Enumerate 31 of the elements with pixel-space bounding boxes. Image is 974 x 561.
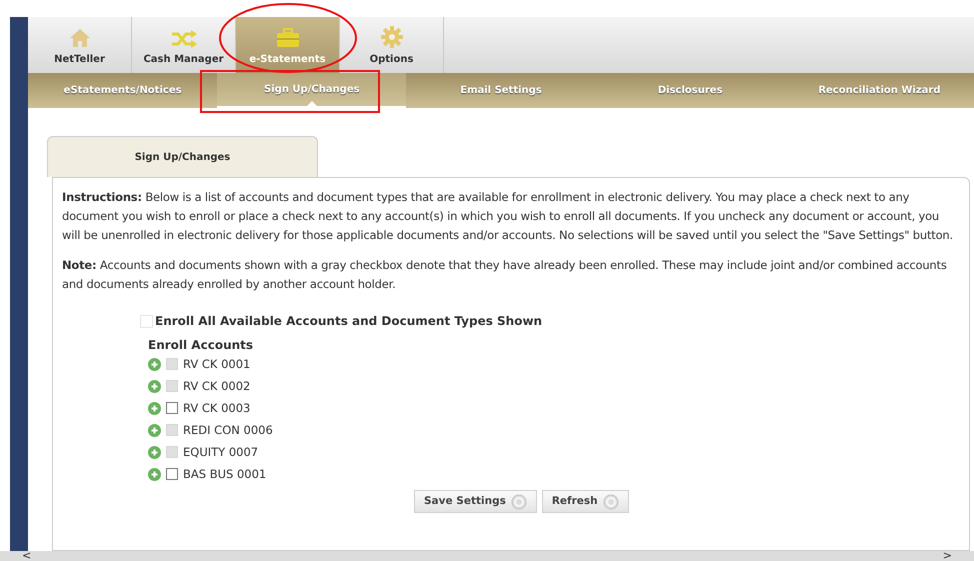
enroll-all-label: Enroll All Available Accounts and Document Types Shown	[155, 313, 542, 330]
account-name: RV CK 0002	[183, 378, 250, 394]
refresh-icon	[602, 494, 619, 510]
account-name: BAS BUS 0001	[183, 466, 266, 482]
note-text: Note: Accounts and documents shown with a gray checkbox denote that they have already been enrolled. These may include joint and/or combined accounts and documents already enrolled by another account holder.	[62, 257, 948, 293]
expand-icon[interactable]	[148, 380, 161, 392]
scroll-left-arrow[interactable]: <	[22, 551, 32, 561]
horizontal-scrollbar[interactable]: < >	[0, 551, 974, 561]
house-icon	[68, 28, 90, 48]
selected-pointer-icon	[306, 101, 317, 106]
instructions-text: Instructions: Below is a list of accounts and document types that are available for enrollment in electronic delivery. You may place a check next to any document you wish to enroll or place a check next to any account(s) in which you wish to enroll all documents. If you uncheck any document or account, you will be unenrolled in electronic delivery for those applicable documents and/or accounts. No selections will be saved until you select the "Save Settings" button.	[62, 189, 954, 244]
expand-icon[interactable]	[148, 424, 161, 436]
account-name: EQUITY 0007	[183, 444, 258, 460]
accounts-heading: Enroll Accounts	[148, 337, 254, 353]
briefcase-icon	[276, 28, 300, 48]
button[interactable]: Save Settings	[414, 490, 537, 513]
shuffle-icon	[170, 30, 196, 48]
expand-icon[interactable]	[148, 446, 161, 458]
account-name: REDI CON 0006	[183, 422, 273, 438]
checkbox[interactable]	[166, 468, 178, 480]
expand-icon[interactable]	[148, 358, 161, 370]
expand-icon[interactable]	[148, 468, 161, 480]
scroll-right-arrow[interactable]: >	[942, 551, 952, 561]
account-name: RV CK 0001	[183, 356, 250, 372]
account-name: RV CK 0003	[183, 400, 250, 416]
panel-tab[interactable]: Sign Up/Changes	[47, 136, 318, 177]
refresh-icon	[510, 494, 527, 510]
button[interactable]: Refresh	[542, 490, 629, 513]
expand-icon[interactable]	[148, 402, 161, 414]
gear-icon	[380, 26, 402, 48]
checkbox[interactable]	[166, 402, 178, 414]
